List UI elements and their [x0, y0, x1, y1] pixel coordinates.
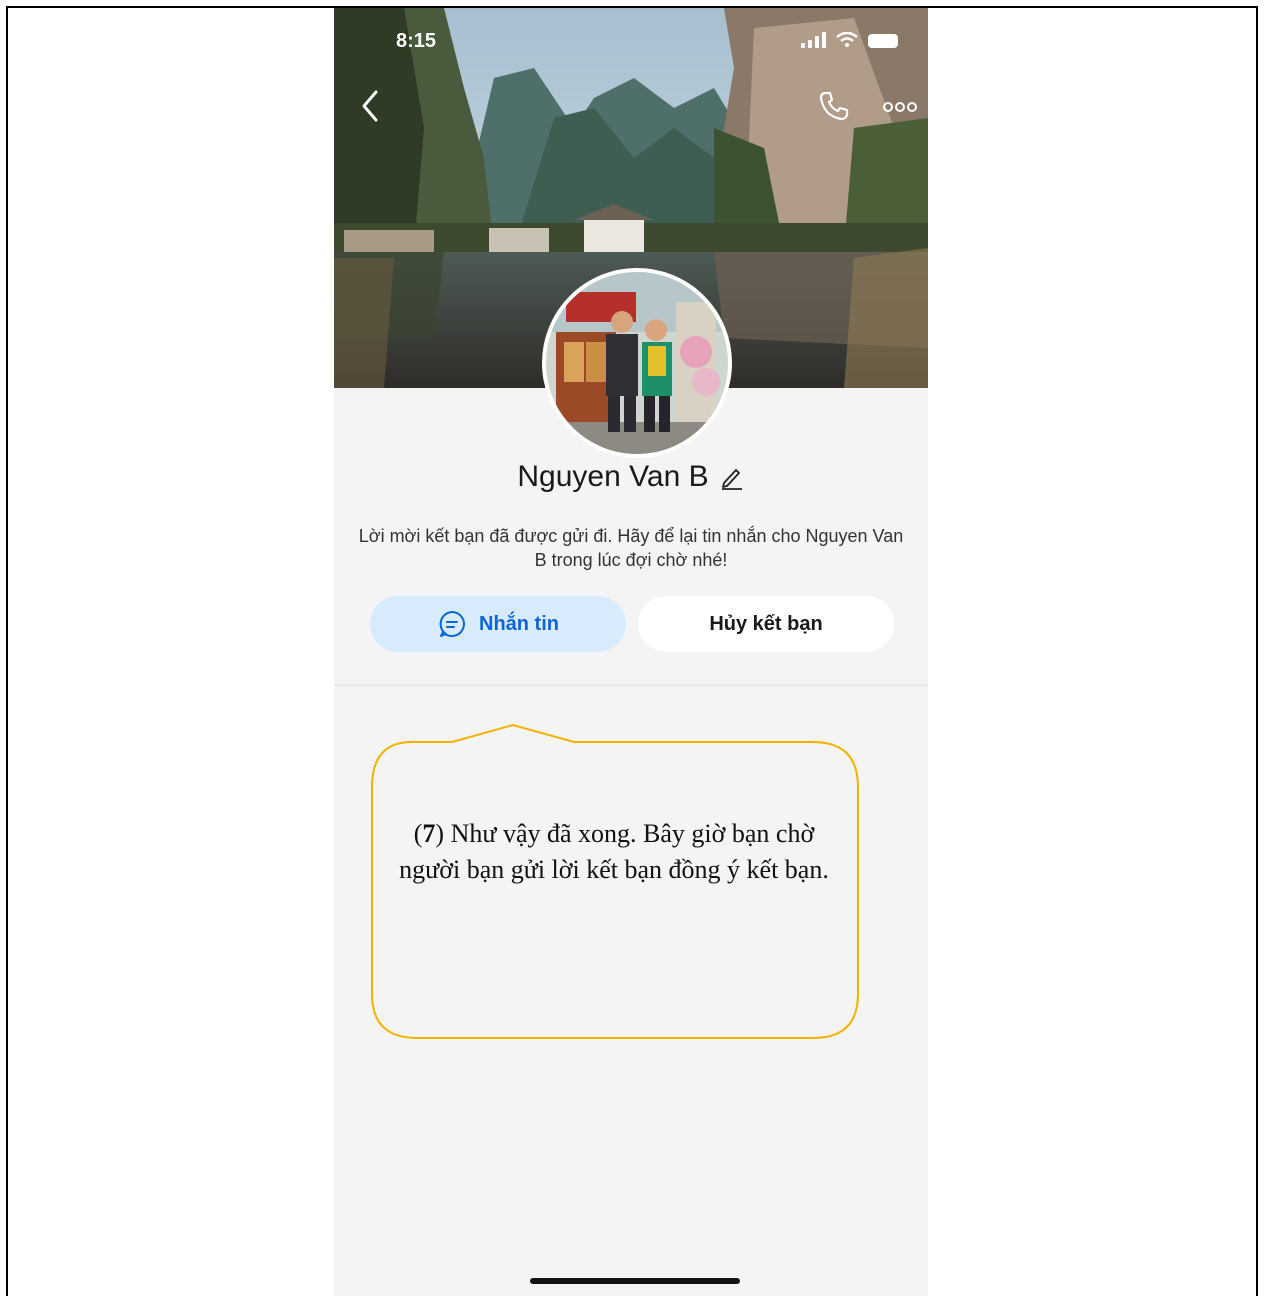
cancel-friend-button-label: Hủy kết bạn — [709, 612, 823, 635]
friend-request-description: Lời mời kết bạn đã được gửi đi. Hãy để l… — [358, 526, 904, 570]
wifi-icon — [836, 32, 858, 47]
message-button[interactable]: Nhắn tin — [370, 596, 626, 652]
cancel-friend-button[interactable]: Hủy kết bạn — [638, 596, 894, 652]
chat-icon — [439, 611, 465, 637]
more-icon[interactable] — [882, 100, 918, 114]
edit-icon[interactable] — [719, 464, 745, 490]
home-indicator — [530, 1278, 740, 1284]
avatar[interactable] — [542, 268, 732, 458]
profile-name-row: Nguyen Van B — [334, 460, 928, 494]
message-button-label: Nhắn tin — [479, 612, 559, 635]
status-time: 8:15 — [396, 30, 437, 52]
phone-icon[interactable] — [818, 90, 850, 122]
phone-screen: 8:15 Nguyen Van B Lời mời kết bạn đã đượ… — [334, 8, 928, 1296]
tutorial-callout-text: (7) Như vậy đã xong. Bây giờ bạn chờ ngư… — [390, 816, 838, 888]
signal-icon — [801, 32, 826, 48]
section-divider — [334, 684, 928, 686]
callout-body: Như vậy đã xong. Bây giờ bạn chờ người b… — [399, 819, 829, 884]
battery-icon — [868, 34, 898, 48]
callout-step-number: 7 — [422, 819, 436, 848]
status-icons — [801, 32, 898, 48]
back-icon[interactable] — [356, 88, 386, 124]
callout-step-close: ) — [435, 819, 445, 848]
profile-name: Nguyen Van B — [517, 460, 709, 493]
